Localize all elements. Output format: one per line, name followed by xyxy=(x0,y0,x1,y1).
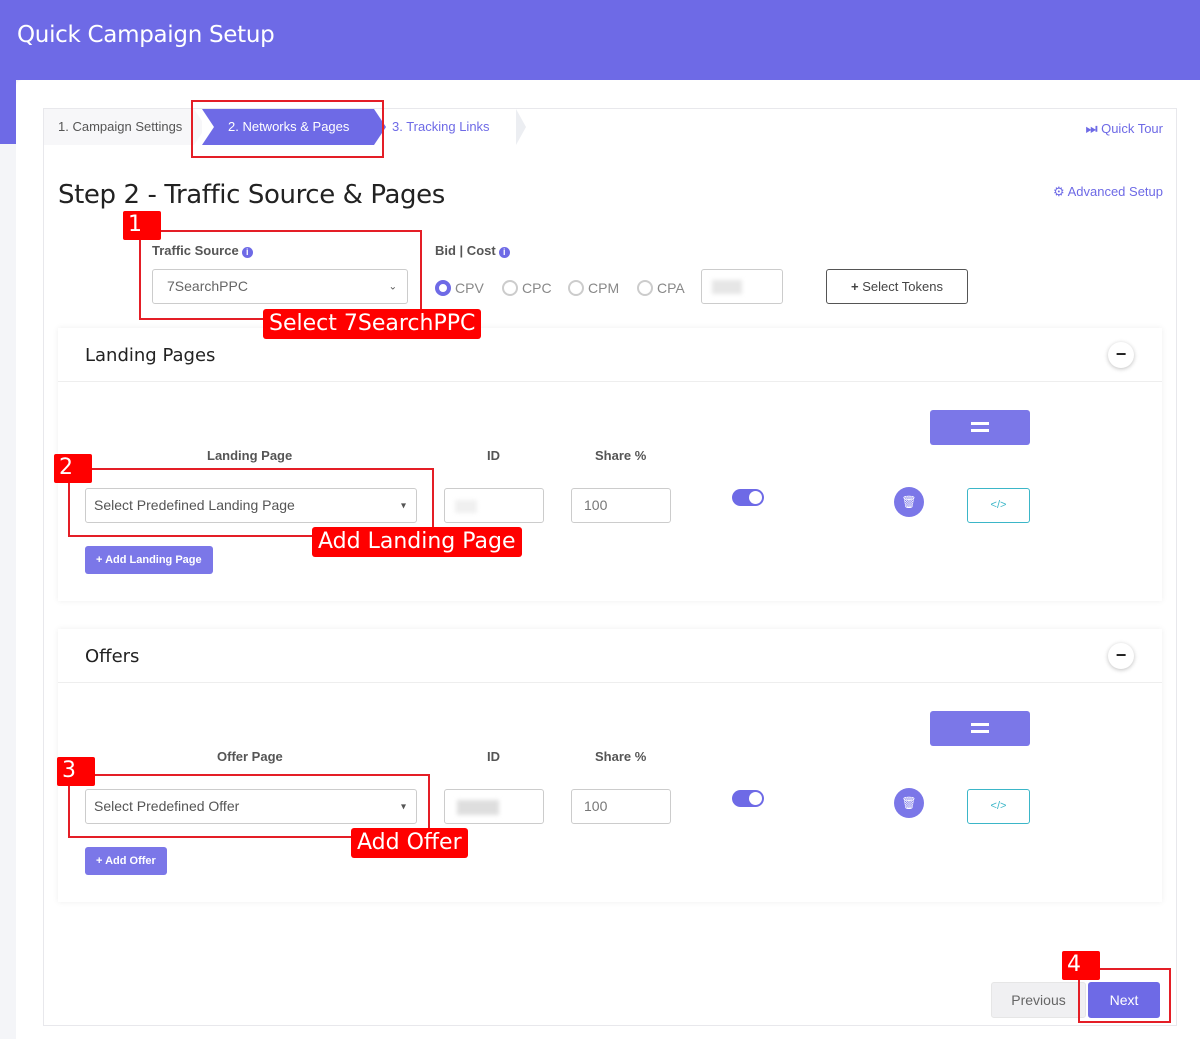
add-landing-page-button[interactable]: + Add Landing Page xyxy=(85,546,213,574)
equals-icon xyxy=(971,422,989,425)
code-icon[interactable]: </> xyxy=(967,789,1030,824)
offers-header: Offers − xyxy=(58,629,1162,683)
radio-cpc-dot xyxy=(502,280,518,296)
callout-select-7searchppc: Select 7SearchPPC xyxy=(263,309,482,339)
previous-button[interactable]: Previous xyxy=(991,982,1086,1018)
annotation-badge-2: 2 xyxy=(54,454,92,483)
advanced-setup-link[interactable]: ⚙ Advanced Setup xyxy=(1053,184,1163,200)
collapse-landing-pages-button[interactable]: − xyxy=(1108,342,1134,368)
page-title: Step 2 - Traffic Source & Pages xyxy=(58,180,445,210)
select-tokens-button[interactable]: + Select Tokens xyxy=(826,269,968,304)
blurred-value xyxy=(455,500,477,513)
offer-share-column-header: Share % xyxy=(595,749,647,764)
landing-pages-title: Landing Pages xyxy=(85,345,216,366)
toggle-knob xyxy=(749,792,762,805)
radio-cpm[interactable]: CPM xyxy=(568,280,619,296)
radio-cpm-dot xyxy=(568,280,584,296)
highlight-traffic-source xyxy=(139,230,422,320)
radio-cpa-dot xyxy=(637,280,653,296)
radio-cpc-label: CPC xyxy=(522,280,552,296)
offer-equals-button[interactable] xyxy=(930,711,1030,746)
quick-tour-link[interactable]: ⏭ Quick Tour xyxy=(1086,121,1163,137)
landing-pages-header: Landing Pages − xyxy=(58,328,1162,382)
callout-add-landing-page: Add Landing Page xyxy=(312,527,522,557)
landing-equals-button[interactable] xyxy=(930,410,1030,445)
blurred-value xyxy=(457,800,499,815)
radio-cpa[interactable]: CPA xyxy=(637,280,685,296)
fast-forward-icon: ⏭ xyxy=(1085,121,1098,136)
plus-icon: + xyxy=(851,279,859,294)
bid-cost-label: Bid | Cost i xyxy=(435,243,510,258)
top-bar: Quick Campaign Setup xyxy=(0,0,1200,80)
radio-cpv-dot xyxy=(435,280,451,296)
bid-cost-label-text: Bid | Cost xyxy=(435,243,496,258)
select-tokens-label: Select Tokens xyxy=(862,279,943,294)
landing-active-toggle[interactable] xyxy=(732,489,764,506)
radio-cpv[interactable]: CPV xyxy=(435,280,484,296)
equals-icon-bar xyxy=(971,429,989,432)
toggle-knob xyxy=(749,491,762,504)
landing-id-column-header: ID xyxy=(487,448,500,463)
gear-icon: ⚙ xyxy=(1053,184,1065,199)
offer-page-column-header: Offer Page xyxy=(217,749,283,764)
annotation-badge-4: 4 xyxy=(1062,951,1100,980)
trash-icon[interactable]: 🗑 xyxy=(894,788,924,818)
offer-share-input[interactable]: 100 xyxy=(571,789,671,824)
radio-cpa-label: CPA xyxy=(657,280,685,296)
radio-cpc[interactable]: CPC xyxy=(502,280,552,296)
add-offer-button[interactable]: + Add Offer xyxy=(85,847,167,875)
landing-share-column-header: Share % xyxy=(595,448,647,463)
radio-cpm-label: CPM xyxy=(588,280,620,296)
equals-icon-bar xyxy=(971,730,989,733)
offer-id-column-header: ID xyxy=(487,749,500,764)
landing-pages-section: Landing Pages − xyxy=(58,328,1162,601)
radio-cpv-label: CPV xyxy=(455,280,484,296)
left-accent-strip xyxy=(0,80,16,144)
annotation-badge-1: 1 xyxy=(123,211,161,240)
app-title: Quick Campaign Setup xyxy=(17,22,275,48)
equals-icon xyxy=(971,723,989,726)
callout-add-offer: Add Offer xyxy=(351,828,468,858)
highlight-networks-step xyxy=(191,100,384,158)
quick-tour-label: Quick Tour xyxy=(1101,121,1163,136)
landing-share-input[interactable]: 100 xyxy=(571,488,671,523)
collapse-offers-button[interactable]: − xyxy=(1108,643,1134,669)
landing-page-column-header: Landing Page xyxy=(207,448,293,463)
info-icon: i xyxy=(498,247,510,258)
offer-active-toggle[interactable] xyxy=(732,790,764,807)
offer-id-input[interactable] xyxy=(444,789,544,824)
trash-icon[interactable]: 🗑 xyxy=(894,487,924,517)
code-icon[interactable]: </> xyxy=(967,488,1030,523)
offers-title: Offers xyxy=(85,646,140,667)
bid-cost-input[interactable] xyxy=(701,269,783,304)
offers-section: Offers − xyxy=(58,629,1162,902)
wizard-step-tracking-links[interactable]: 3. Tracking Links xyxy=(384,109,526,145)
landing-id-input[interactable] xyxy=(444,488,544,523)
blurred-value xyxy=(712,280,742,294)
annotation-badge-3: 3 xyxy=(57,757,95,786)
wizard-step-campaign-settings[interactable]: 1. Campaign Settings xyxy=(44,109,206,145)
advanced-setup-label: Advanced Setup xyxy=(1067,184,1163,199)
